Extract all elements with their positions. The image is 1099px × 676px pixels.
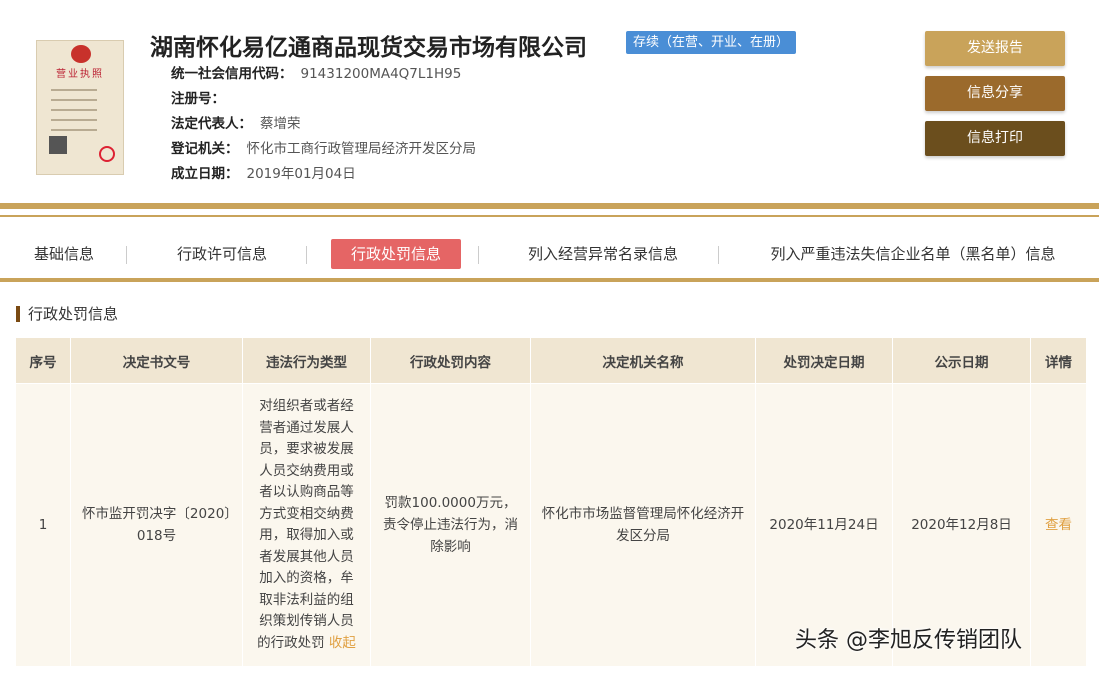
column-header: 决定机关名称 <box>530 337 756 384</box>
divider-line <box>0 278 1099 282</box>
tab-basic-info[interactable]: 基础信息 <box>18 239 110 269</box>
tab-separator <box>306 246 307 264</box>
license-title: 营业执照 <box>56 69 104 80</box>
qr-code-icon <box>49 136 67 154</box>
credit-code-value: 91431200MA4Q7L1H95 <box>300 66 462 82</box>
column-header: 违法行为类型 <box>242 337 371 384</box>
share-info-button[interactable]: 信息分享 <box>925 76 1065 111</box>
legal-representative-value: 蔡增荣 <box>260 116 301 132</box>
column-header: 序号 <box>15 337 71 384</box>
column-header: 决定书文号 <box>70 337 243 384</box>
company-header: 营业执照 湖南怀化易亿通商品现货交易市场有限公司 存续（在营、开业、在册） 统一… <box>0 0 1099 200</box>
tab-separator <box>126 246 127 264</box>
divider-band <box>0 203 1099 209</box>
violation-type: 对组织者或者经营者通过发展人员，要求被发展人员交纳费用或者以认购商品等方式变相交… <box>257 398 354 651</box>
collapse-link[interactable]: 收起 <box>329 635 356 651</box>
document-number: 怀市监开罚决字〔2020〕018号 <box>70 383 243 667</box>
tab-blacklist[interactable]: 列入严重违法失信企业名单（黑名单）信息 <box>756 239 1070 269</box>
tab-separator <box>718 246 719 264</box>
penalty-table: 序号 决定书文号 违法行为类型 行政处罚内容 决定机关名称 处罚决定日期 公示日… <box>15 337 1087 667</box>
establish-date-label: 成立日期： <box>171 166 239 182</box>
registration-number-label: 注册号： <box>171 91 225 107</box>
license-line <box>51 109 97 111</box>
registration-authority-row: 登记机关： 怀化市工商行政管理局经济开发区分局 <box>171 137 476 157</box>
tab-bar: 基础信息 行政许可信息 行政处罚信息 列入经营异常名录信息 列入严重违法失信企业… <box>0 236 1099 272</box>
detail-cell: 查看 <box>1030 383 1087 667</box>
tab-separator <box>478 246 479 264</box>
tab-admin-license[interactable]: 行政许可信息 <box>165 239 279 269</box>
column-header: 公示日期 <box>892 337 1031 384</box>
column-header: 处罚决定日期 <box>755 337 893 384</box>
send-report-button[interactable]: 发送报告 <box>925 31 1065 66</box>
tab-abnormal-operation[interactable]: 列入经营异常名录信息 <box>513 239 693 269</box>
column-header: 行政处罚内容 <box>370 337 531 384</box>
legal-representative-row: 法定代表人： 蔡增荣 <box>171 112 301 132</box>
print-info-button[interactable]: 信息打印 <box>925 121 1065 156</box>
license-line <box>51 89 97 91</box>
credit-code-label: 统一社会信用代码： <box>171 66 293 82</box>
status-badge: 存续（在营、开业、在册） <box>626 31 797 54</box>
view-detail-link[interactable]: 查看 <box>1045 517 1072 533</box>
business-license-image[interactable]: 营业执照 <box>36 40 124 175</box>
credit-code-row: 统一社会信用代码： 91431200MA4Q7L1H95 <box>171 62 461 82</box>
seal-icon <box>99 146 115 162</box>
establish-date-value: 2019年01月04日 <box>246 166 356 182</box>
tab-admin-penalty[interactable]: 行政处罚信息 <box>331 239 461 269</box>
divider-line <box>0 215 1099 217</box>
company-name: 湖南怀化易亿通商品现货交易市场有限公司 <box>150 35 587 61</box>
section-title: 行政处罚信息 <box>16 306 118 322</box>
license-line <box>51 129 97 131</box>
column-header: 详情 <box>1030 337 1087 384</box>
license-line <box>51 99 97 101</box>
watermark: 头条 @李旭反传销团队 <box>795 628 1022 653</box>
registration-authority-label: 登记机关： <box>171 141 239 157</box>
violation-type-cell: 对组织者或者经营者通过发展人员，要求被发展人员交纳费用或者以认购商品等方式变相交… <box>242 383 371 667</box>
license-line <box>51 119 97 121</box>
legal-representative-label: 法定代表人： <box>171 116 252 132</box>
establish-date-row: 成立日期： 2019年01月04日 <box>171 162 356 182</box>
penalty-content: 罚款100.0000万元，责令停止违法行为，消除影响 <box>370 383 531 667</box>
decision-authority: 怀化市市场监督管理局怀化经济开发区分局 <box>530 383 756 667</box>
registration-number-row: 注册号： <box>171 87 233 107</box>
registration-authority-value: 怀化市工商行政管理局经济开发区分局 <box>246 141 477 157</box>
national-emblem-icon <box>71 45 91 63</box>
row-index: 1 <box>15 383 71 667</box>
table-header-row: 序号 决定书文号 违法行为类型 行政处罚内容 决定机关名称 处罚决定日期 公示日… <box>15 337 1087 384</box>
